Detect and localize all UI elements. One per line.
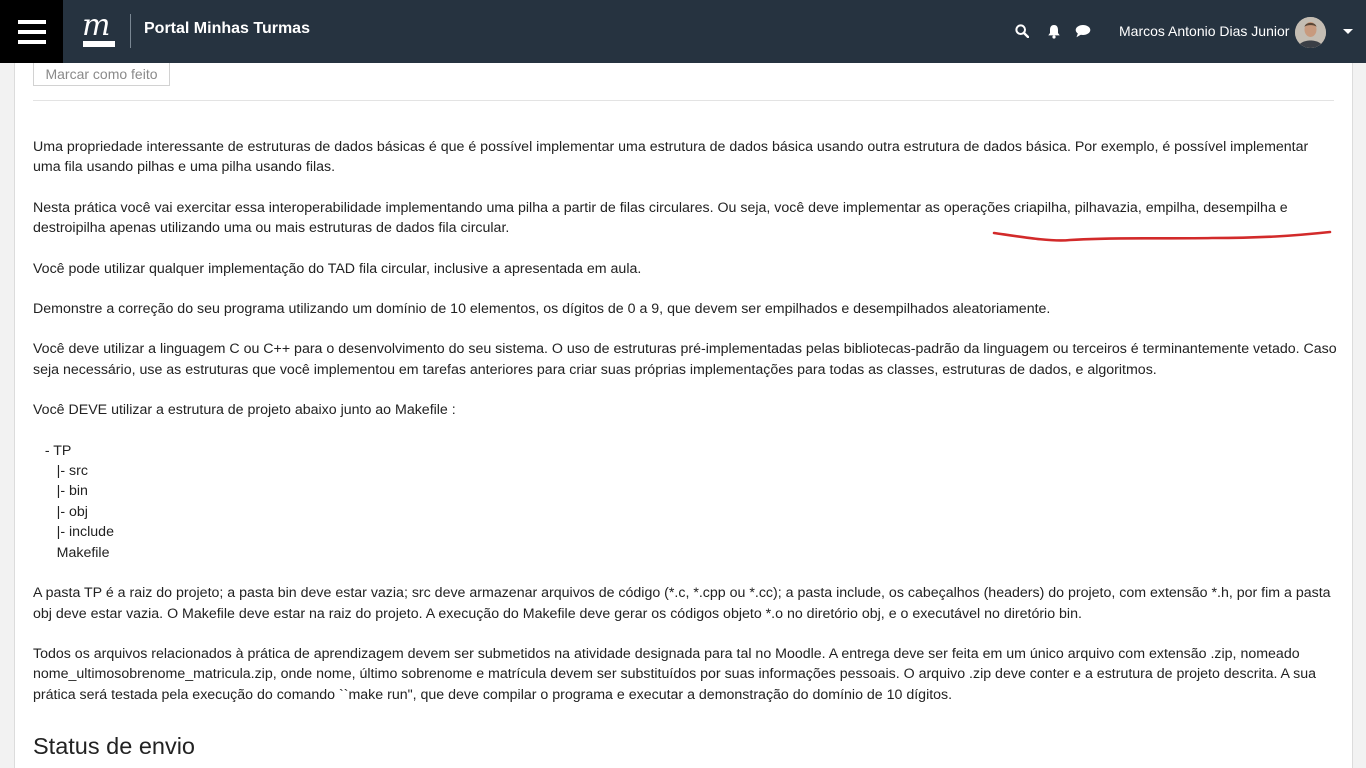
- chat-icon[interactable]: [1074, 22, 1092, 40]
- description-paragraph: Uma propriedade interessante de estrutur…: [33, 139, 1309, 176]
- description-paragraph: Você deve utilizar a linguagem C ou C++ …: [33, 341, 1337, 378]
- submission-status-heading: Status de envio: [33, 733, 195, 759]
- menu-icon-bar: [17, 19, 46, 24]
- moodle-logo-icon[interactable]: m: [79, 11, 119, 51]
- description-paragraph: Todos os arquivos relacionados à prática…: [33, 645, 1317, 703]
- svg-text:m: m: [82, 11, 110, 43]
- red-underline-annotation: [992, 230, 1332, 242]
- description-paragraph: Demonstre a correção do seu programa uti…: [33, 301, 1051, 318]
- user-name[interactable]: Marcos Antonio Dias Junior: [1119, 23, 1289, 39]
- divider: [33, 100, 1334, 101]
- bell-icon[interactable]: [1045, 22, 1063, 40]
- search-icon[interactable]: [1013, 22, 1031, 40]
- assignment-description: Uma propriedade interessante de estrutur…: [33, 137, 1338, 725]
- description-paragraph: A pasta TP é a raiz do projeto; a pasta …: [33, 585, 1331, 622]
- menu-icon-bar: [17, 29, 46, 34]
- top-navbar: m Portal Minhas Turmas Marcos Antonio Di…: [0, 0, 1366, 63]
- logo-divider: [130, 14, 131, 48]
- menu-icon-bar: [17, 39, 46, 44]
- caret-down-icon[interactable]: [1343, 29, 1353, 34]
- description-paragraph: Você pode utilizar qualquer implementaçã…: [33, 260, 642, 277]
- description-paragraph: Você DEVE utilizar a estrutura de projet…: [33, 402, 456, 419]
- site-name-link[interactable]: Portal Minhas Turmas: [144, 20, 310, 38]
- menu-button[interactable]: [0, 0, 63, 63]
- project-tree: - TP |- src |- bin |- obj |- include Mak…: [44, 442, 114, 561]
- avatar[interactable]: [1295, 17, 1326, 48]
